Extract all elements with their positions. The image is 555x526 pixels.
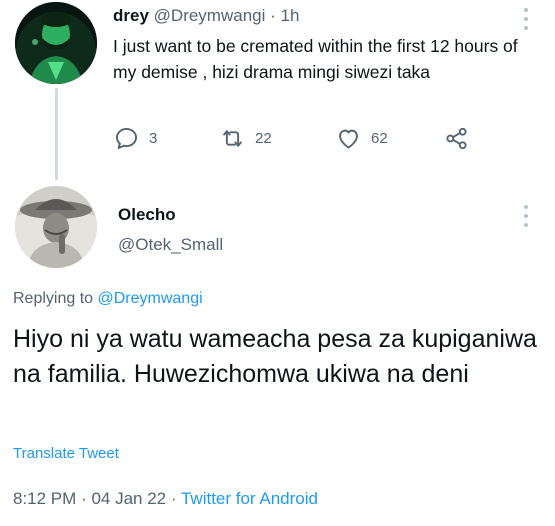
tweet-timestamp-line: 8:12 PM · 04 Jan 22 · Twitter for Androi…: [13, 489, 318, 509]
replying-to-line: Replying to @Dreymwangi: [13, 290, 203, 308]
share-button[interactable]: [443, 122, 470, 154]
more-icon[interactable]: [518, 203, 534, 231]
thread-connector-line: [55, 88, 58, 180]
parent-header: drey @Dreymwangi · 1h: [113, 6, 299, 26]
reply-avatar[interactable]: [15, 186, 97, 268]
retweet-icon: [223, 129, 242, 147]
parent-tweet[interactable]: drey @Dreymwangi · 1h I just want to be …: [0, 0, 555, 180]
parent-avatar[interactable]: [15, 2, 97, 84]
footer-separator: ·: [81, 489, 87, 508]
like-icon: [339, 129, 358, 148]
like-count: 62: [371, 129, 388, 147]
more-icon[interactable]: [518, 6, 534, 34]
parent-handle[interactable]: @Dreymwangi: [154, 6, 266, 25]
replying-to-prefix: Replying to: [13, 290, 94, 307]
share-icon: [446, 127, 467, 149]
parent-tweet-text: I just want to be cremated within the fi…: [113, 36, 518, 82]
reply-count: 3: [149, 129, 158, 147]
header-separator: ·: [270, 6, 276, 25]
retweet-button[interactable]: 22: [219, 122, 272, 154]
parent-timestamp[interactable]: 1h: [281, 6, 300, 25]
reply-tweet-text: Hiyo ni ya watu wameacha pesa za kupigan…: [13, 325, 537, 388]
reply-icon: [115, 127, 138, 149]
reply-display-name[interactable]: Olecho: [118, 205, 176, 225]
reply-button[interactable]: 3: [113, 122, 157, 154]
tweet-time[interactable]: 8:12 PM: [13, 489, 76, 508]
reply-handle[interactable]: @Otek_Small: [118, 235, 223, 255]
tweet-date[interactable]: 04 Jan 22: [91, 489, 166, 508]
parent-action-bar: 3 22 62: [113, 122, 513, 154]
like-button[interactable]: 62: [335, 122, 388, 154]
translate-tweet-link[interactable]: Translate Tweet: [13, 445, 119, 462]
parent-display-name[interactable]: drey: [113, 6, 149, 25]
footer-separator: ·: [170, 489, 177, 508]
replying-to-link[interactable]: @Dreymwangi: [98, 290, 203, 307]
tweet-source-link[interactable]: Twitter for Android: [181, 489, 318, 508]
retweet-count: 22: [255, 129, 272, 147]
